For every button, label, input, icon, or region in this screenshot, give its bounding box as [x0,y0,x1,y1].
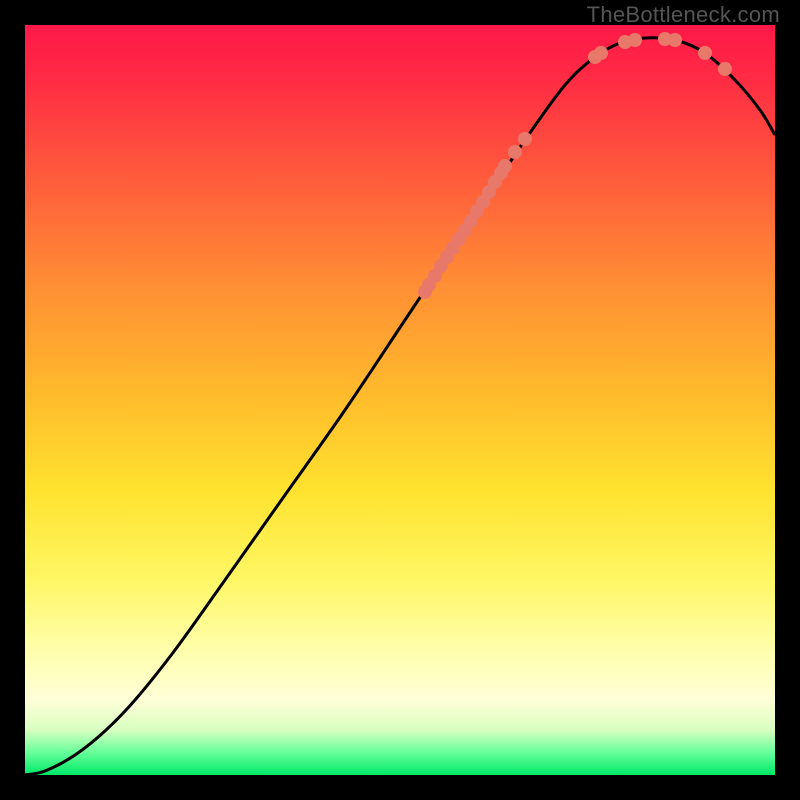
chart-frame [17,17,783,783]
data-dot [508,145,522,159]
data-dots [418,32,732,299]
data-dot [668,33,682,47]
watermark-text: TheBottleneck.com [587,2,780,28]
bottleneck-curve [25,38,775,775]
gradient-plot-area [25,25,775,775]
data-dot [718,62,732,76]
data-dot [698,46,712,60]
chart-svg [25,25,775,775]
data-dot [518,132,532,146]
data-dot [594,46,608,60]
data-dot [498,159,512,173]
data-dot [628,33,642,47]
